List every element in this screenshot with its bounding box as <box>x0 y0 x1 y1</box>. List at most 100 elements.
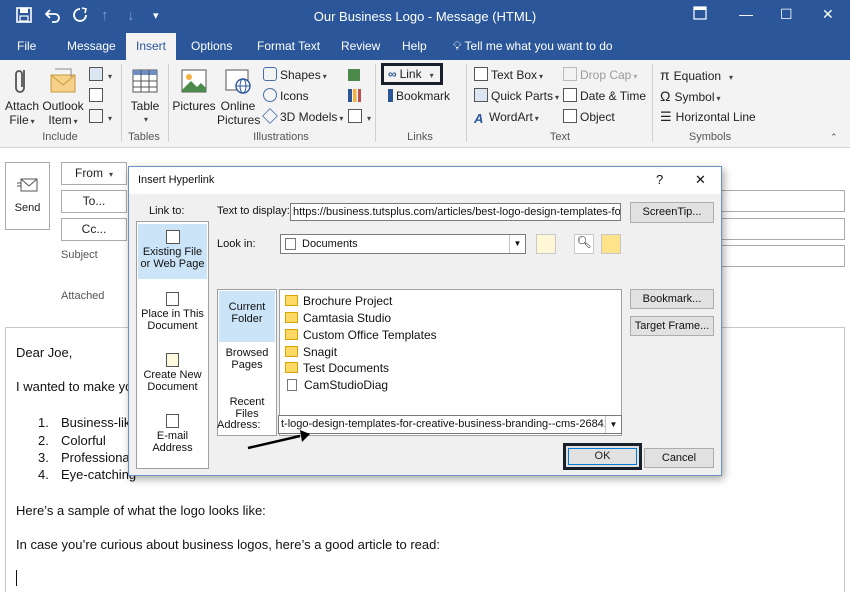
dialog-close-button[interactable]: ✕ <box>695 172 706 188</box>
tab-review[interactable]: Review <box>341 39 380 53</box>
to-button[interactable]: To... <box>61 190 127 213</box>
bookmark-label: Bookmark <box>396 89 451 103</box>
send-button[interactable]: Send <box>5 162 50 230</box>
look-in-select[interactable]: Documents ▼ <box>280 234 526 254</box>
list-item[interactable]: Snagit <box>285 344 337 360</box>
screenshot-button[interactable]: ▾ <box>348 108 371 126</box>
tab-insert[interactable]: Insert <box>126 33 177 60</box>
help-button[interactable]: ? <box>656 172 663 187</box>
list-item[interactable]: Camtasia Studio <box>285 310 391 326</box>
greeting-text: Dear Joe, <box>16 345 73 360</box>
lightbulb-icon: 💡︎ <box>453 39 462 53</box>
from-label: From <box>74 166 103 180</box>
recent-files-tab[interactable]: Recent Files <box>219 396 275 420</box>
date-time-button[interactable]: Date & Time <box>563 87 646 105</box>
folder-icon <box>285 312 298 323</box>
maximize-icon[interactable]: ☐ <box>780 6 793 23</box>
quick-parts-button[interactable]: Quick Parts ▾ <box>474 87 559 105</box>
attach-file-label-2: File <box>9 113 29 127</box>
place-in-document-option[interactable]: Place in This Document <box>138 292 207 332</box>
restore-down-icon[interactable] <box>693 6 707 23</box>
group-separator <box>121 64 122 142</box>
link-button[interactable]: ∞ Link ▾ <box>381 63 443 85</box>
list-item[interactable]: Brochure Project <box>285 293 392 309</box>
list-item[interactable]: Custom Office Templates <box>285 327 437 343</box>
object-button[interactable]: Object <box>563 108 615 126</box>
3d-models-button[interactable]: 3D Models ▾ <box>262 108 343 126</box>
smartart-button[interactable] <box>348 66 363 84</box>
existing-file-web-page-option[interactable]: Existing File or Web Page <box>138 224 207 279</box>
icons-button[interactable]: Icons <box>263 87 309 105</box>
shapes-button[interactable]: Shapes ▾ <box>263 66 327 84</box>
outlook-item-button[interactable]: Outlook Item ▾ <box>42 66 84 129</box>
tab-help[interactable]: Help <box>402 39 427 53</box>
tab-message[interactable]: Message <box>67 39 116 53</box>
screentip-button[interactable]: ScreenTip... <box>630 202 714 223</box>
business-card-button[interactable]: ▾ <box>89 66 112 84</box>
horizontal-line-button[interactable]: ☰ Horizontal Line <box>660 108 756 126</box>
list-item[interactable]: CamStudioDiag <box>285 377 388 393</box>
intro-text: I wanted to make yo <box>16 379 133 394</box>
list-item[interactable]: Test Documents <box>285 360 389 376</box>
chevron-down-icon[interactable]: ▼ <box>509 235 525 253</box>
browse-web-icon[interactable]: 🔍︎ <box>574 234 594 254</box>
signature-button[interactable]: ▾ <box>89 108 112 126</box>
tell-me-box[interactable]: 💡︎ Tell me what you want to do <box>453 39 613 54</box>
web-page-icon <box>165 230 180 244</box>
target-frame-button[interactable]: Target Frame... <box>630 316 714 336</box>
calendar-button[interactable] <box>89 87 106 105</box>
wordart-button[interactable]: A WordArt ▾ <box>474 108 539 126</box>
group-label-tables: Tables <box>128 131 160 143</box>
tab-format-text[interactable]: Format Text <box>257 39 320 53</box>
object-icon <box>563 109 577 123</box>
tab-file[interactable]: File <box>17 39 36 53</box>
horizontal-line-label: Horizontal Line <box>675 110 756 124</box>
text-box-icon <box>474 67 488 81</box>
cc-button[interactable]: Cc... <box>61 218 127 241</box>
outlook-item-label-2: Item <box>48 113 72 127</box>
pictures-button[interactable]: Pictures <box>172 66 216 113</box>
ok-button[interactable]: OK <box>563 443 642 470</box>
email-address-option[interactable]: E-mail Address <box>138 414 207 454</box>
to-field[interactable] <box>720 190 845 212</box>
group-label-symbols: Symbols <box>688 131 732 143</box>
tab-options[interactable]: Options <box>191 39 232 53</box>
chart-button[interactable] <box>348 87 364 105</box>
chevron-down-icon[interactable]: ▼ <box>605 416 621 433</box>
symbol-button[interactable]: Ω Symbol ▾ <box>660 87 721 105</box>
from-button[interactable]: From ▾ <box>61 162 127 185</box>
create-new-document-option[interactable]: Create New Document <box>138 353 207 393</box>
collapse-ribbon-icon[interactable]: ⌃ <box>830 132 838 143</box>
dialog-content: Link to: Text to display: https://busine… <box>129 194 721 475</box>
table-label: Table <box>130 99 160 113</box>
up-folder-icon[interactable] <box>536 234 556 254</box>
minimize-icon[interactable]: — <box>739 6 753 22</box>
cancel-button[interactable]: Cancel <box>644 448 714 468</box>
bookmark-dialog-button[interactable]: Bookmark... <box>630 289 714 309</box>
bookmark-button[interactable]: Bookmark <box>388 87 450 105</box>
drop-cap-label: Drop Cap <box>580 68 632 82</box>
picture-icon <box>181 69 207 93</box>
online-pictures-label-1: Online <box>220 99 256 113</box>
online-pictures-button[interactable]: Online Pictures <box>217 66 260 127</box>
text-to-display-label: Text to display: <box>217 205 290 217</box>
address-input[interactable]: t-logo-design-templates-for-creative-bus… <box>278 415 622 434</box>
chart-icon <box>348 89 361 102</box>
browse-file-icon[interactable] <box>601 234 621 254</box>
tell-me-label: Tell me what you want to do <box>464 39 613 53</box>
email-icon <box>166 414 179 428</box>
text-to-display-input[interactable]: https://business.tutsplus.com/articles/b… <box>290 203 621 221</box>
file-icon <box>287 379 297 391</box>
equation-button[interactable]: π Equation ▾ <box>660 66 733 84</box>
close-icon[interactable]: ✕ <box>822 6 834 23</box>
subject-field[interactable] <box>720 245 845 267</box>
text-box-button[interactable]: Text Box ▾ <box>474 66 543 84</box>
table-button[interactable]: Table ▾ <box>128 66 162 127</box>
attach-file-button[interactable]: Attach File ▾ <box>4 66 40 129</box>
document-place-icon <box>166 292 179 306</box>
browsed-pages-tab[interactable]: Browsed Pages <box>219 347 275 371</box>
cc-field[interactable] <box>720 218 845 240</box>
smartart-icon <box>348 69 360 81</box>
current-folder-tab[interactable]: Current Folder <box>219 291 275 342</box>
window-title: Our Business Logo - Message (HTML) <box>313 9 537 24</box>
